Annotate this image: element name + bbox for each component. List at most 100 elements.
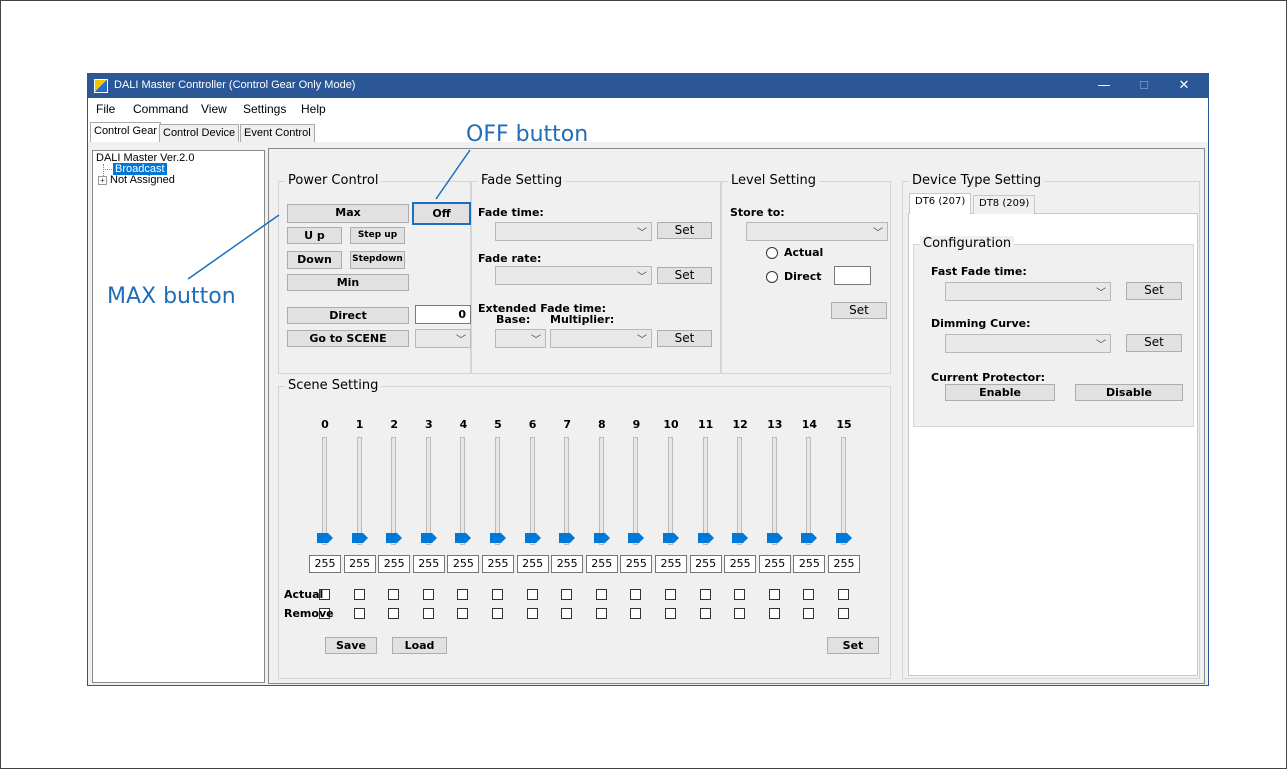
remove-checkbox[interactable] (595, 608, 607, 619)
actual-checkbox[interactable] (803, 589, 815, 600)
actual-checkbox[interactable] (734, 589, 746, 600)
step-down-button[interactable]: Stepdown (350, 251, 405, 269)
maximize-button[interactable]: ☐ (1124, 76, 1164, 96)
scene-level-input[interactable]: 255 (620, 555, 653, 573)
scene-slider-track[interactable] (529, 437, 535, 545)
scene-slider-thumb[interactable] (524, 533, 541, 543)
scene-slider-thumb[interactable] (386, 533, 403, 543)
scene-level-input[interactable]: 255 (585, 555, 618, 573)
scene-level-input[interactable]: 255 (828, 555, 860, 573)
scene-slider-thumb[interactable] (836, 533, 852, 543)
scene-slider-thumb[interactable] (455, 533, 472, 543)
off-button[interactable]: Off (412, 202, 471, 225)
extended-fade-set-button[interactable]: Set (657, 330, 712, 347)
actual-checkbox[interactable] (422, 589, 434, 600)
scene-slider-track[interactable] (495, 437, 500, 545)
menu-command[interactable]: Command (133, 102, 188, 116)
scene-level-input[interactable]: 255 (655, 555, 687, 573)
tab-dt8[interactable]: DT8 (209) (973, 195, 1036, 214)
expand-icon[interactable]: + (98, 176, 107, 185)
level-set-button[interactable]: Set (831, 302, 887, 319)
dimming-curve-select[interactable]: ﹀ (945, 334, 1111, 353)
up-button[interactable]: U p (287, 227, 342, 244)
menu-help[interactable]: Help (301, 102, 326, 116)
scene-level-input[interactable]: 255 (309, 555, 341, 573)
remove-checkbox[interactable] (734, 608, 746, 619)
scene-slider-track[interactable] (737, 437, 743, 545)
min-button[interactable]: Min (287, 274, 409, 291)
scene-slider-track[interactable] (702, 437, 708, 545)
actual-radio[interactable] (766, 247, 778, 259)
step-up-button[interactable]: Step up (350, 227, 405, 244)
scene-level-input[interactable]: 255 (378, 555, 411, 573)
scene-level-input[interactable]: 255 (447, 555, 480, 573)
scene-slider-track[interactable] (633, 437, 639, 545)
save-button[interactable]: Save (325, 637, 377, 654)
remove-checkbox[interactable] (803, 608, 815, 619)
store-to-select[interactable]: ﹀ (746, 222, 888, 241)
remove-checkbox[interactable] (630, 608, 642, 619)
enable-button[interactable]: Enable (945, 384, 1055, 401)
menu-view[interactable]: View (201, 102, 227, 116)
actual-checkbox[interactable] (630, 589, 642, 600)
scene-level-input[interactable]: 255 (343, 555, 376, 573)
scene-slider-track[interactable] (564, 437, 570, 545)
scene-slider-track[interactable] (806, 437, 812, 545)
scene-slider-thumb[interactable] (351, 533, 368, 543)
tab-dt6[interactable]: DT6 (207) (909, 193, 972, 214)
remove-checkbox[interactable] (699, 608, 711, 619)
scene-slider-thumb[interactable] (732, 533, 749, 543)
scene-slider-track[interactable] (598, 437, 604, 545)
remove-checkbox[interactable] (665, 608, 676, 619)
fade-time-set-button[interactable]: Set (657, 222, 712, 239)
scene-slider-track[interactable] (425, 437, 431, 545)
remove-checkbox[interactable] (838, 608, 849, 619)
direct-radio[interactable] (766, 271, 778, 283)
fade-rate-select[interactable]: ﹀ (495, 266, 652, 285)
scene-slider-thumb[interactable] (559, 533, 576, 543)
direct-button[interactable]: Direct (287, 307, 409, 324)
scene-level-input[interactable]: 255 (793, 555, 826, 573)
scene-select[interactable]: ﹀ (415, 329, 471, 348)
actual-checkbox[interactable] (665, 589, 676, 600)
remove-checkbox[interactable] (768, 608, 780, 619)
scene-slider-thumb[interactable] (317, 533, 333, 543)
remove-checkbox[interactable] (457, 608, 469, 619)
remove-checkbox[interactable] (353, 608, 365, 619)
actual-checkbox[interactable] (526, 589, 538, 600)
remove-checkbox[interactable] (492, 608, 503, 619)
tab-control-device[interactable]: Control Device (159, 124, 240, 142)
minimize-button[interactable]: — (1084, 76, 1124, 96)
scene-slider-thumb[interactable] (593, 533, 610, 543)
scene-level-input[interactable]: 255 (724, 555, 757, 573)
scene-level-input[interactable]: 255 (758, 555, 791, 573)
direct-level-field[interactable] (834, 266, 871, 285)
actual-checkbox[interactable] (699, 589, 711, 600)
scene-level-input[interactable]: 255 (516, 555, 549, 573)
scene-slider-track[interactable] (771, 437, 777, 545)
scene-slider-track[interactable] (322, 437, 327, 545)
tab-control-gear[interactable]: Control Gear (90, 122, 161, 142)
actual-checkbox[interactable] (492, 589, 503, 600)
scene-level-input[interactable]: 255 (551, 555, 584, 573)
actual-checkbox[interactable] (768, 589, 780, 600)
scene-slider-track[interactable] (841, 437, 846, 545)
multiplier-select[interactable]: ﹀ (550, 329, 652, 348)
scene-slider-thumb[interactable] (628, 533, 645, 543)
actual-checkbox[interactable] (457, 589, 469, 600)
actual-checkbox[interactable] (388, 589, 400, 600)
tree-item-not-assigned[interactable]: Not Assigned (110, 174, 175, 186)
scene-slider-track[interactable] (460, 437, 466, 545)
disable-button[interactable]: Disable (1075, 384, 1183, 401)
scene-slider-thumb[interactable] (420, 533, 437, 543)
direct-level-input[interactable]: 0 (415, 305, 471, 324)
actual-checkbox[interactable] (353, 589, 365, 600)
scene-level-input[interactable]: 255 (482, 555, 514, 573)
scene-slider-thumb[interactable] (766, 533, 783, 543)
tab-event-control[interactable]: Event Control (240, 124, 315, 142)
go-to-scene-button[interactable]: Go to SCENE (287, 330, 409, 347)
dimming-curve-set-button[interactable]: Set (1126, 334, 1182, 352)
scene-level-input[interactable]: 255 (689, 555, 722, 573)
scene-slider-track[interactable] (356, 437, 362, 545)
scene-slider-thumb[interactable] (801, 533, 818, 543)
